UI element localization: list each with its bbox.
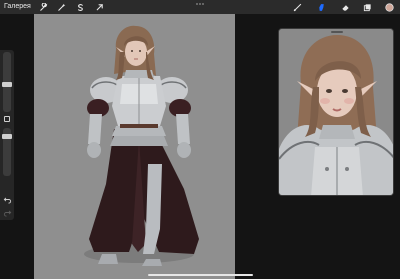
modify-square-icon[interactable] — [4, 116, 10, 122]
opacity-thumb[interactable] — [2, 134, 12, 139]
transform-arrow-icon[interactable] — [94, 2, 104, 12]
top-toolbar: Галерея — [0, 0, 400, 14]
brush-size-slider[interactable] — [2, 52, 12, 112]
knight-illustration — [84, 25, 199, 266]
smudge-icon[interactable] — [316, 2, 326, 12]
redo-icon[interactable] — [2, 207, 12, 217]
selection-s-icon[interactable] — [75, 2, 85, 12]
drawing-canvas[interactable] — [34, 14, 235, 279]
gallery-button[interactable]: Галерея — [4, 2, 31, 12]
brush-icon[interactable] — [292, 2, 302, 12]
reference-panel-handle[interactable] — [331, 31, 343, 33]
home-indicator[interactable] — [148, 274, 253, 276]
undo-icon[interactable] — [2, 194, 12, 204]
magic-wand-icon[interactable] — [56, 2, 66, 12]
left-sidebar — [0, 50, 14, 220]
reference-image — [279, 29, 393, 195]
layers-icon[interactable] — [362, 2, 372, 12]
color-swatch-icon[interactable] — [384, 2, 394, 12]
wrench-icon[interactable] — [38, 2, 48, 12]
brush-size-thumb[interactable] — [2, 82, 12, 87]
reference-panel[interactable] — [278, 28, 394, 196]
eraser-icon[interactable] — [340, 2, 350, 12]
opacity-slider[interactable] — [2, 128, 12, 176]
grabber-handle[interactable] — [196, 3, 204, 6]
